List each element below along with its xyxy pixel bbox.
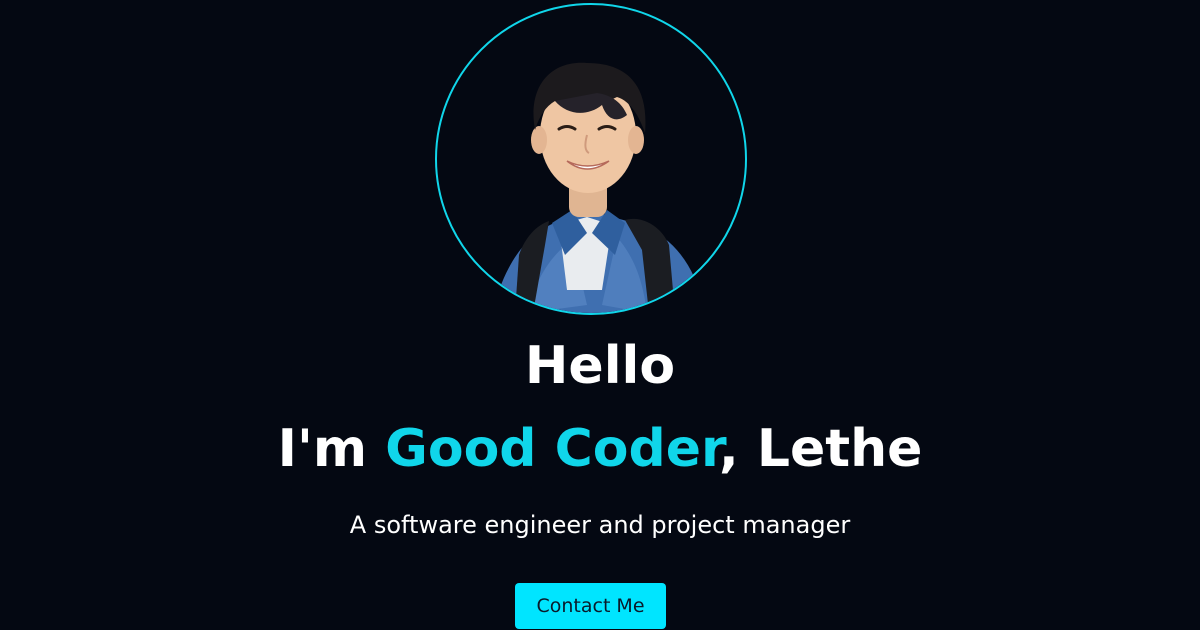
hero-intro: I'm Good Coder, Lethe (0, 419, 1200, 479)
hero-section: Hello I'm Good Coder, Lethe A software e… (0, 0, 1200, 630)
hero-tagline: A software engineer and project manager (349, 511, 851, 539)
hero-greeting: Hello (524, 336, 676, 396)
intro-suffix: , Lethe (719, 419, 923, 479)
contact-me-button[interactable]: Contact Me (515, 583, 666, 629)
profile-avatar (435, 3, 747, 315)
profile-photo-illustration (492, 62, 705, 313)
intro-highlight: Good Coder (385, 419, 719, 479)
intro-prefix: I'm (277, 419, 386, 479)
